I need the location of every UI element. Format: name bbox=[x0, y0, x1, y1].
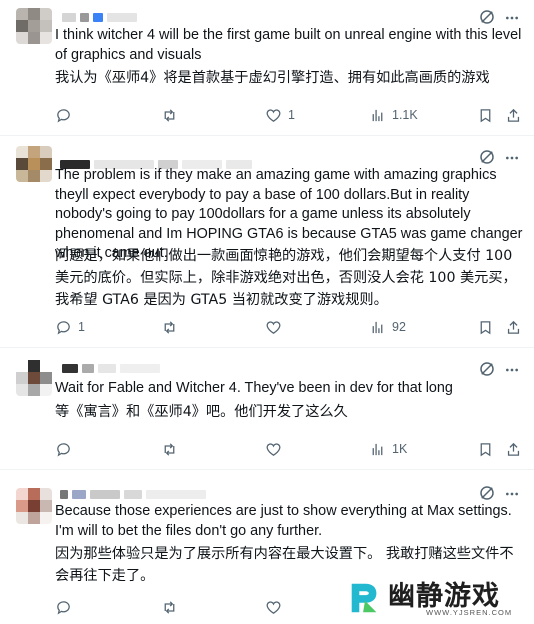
avatar[interactable] bbox=[16, 8, 52, 44]
tweet-text: Wait for Fable and Witcher 4. They've be… bbox=[55, 380, 453, 396]
views-icon bbox=[372, 443, 383, 455]
author-name-redacted[interactable] bbox=[60, 488, 206, 500]
repost-icon bbox=[164, 600, 175, 614]
reply-button[interactable] bbox=[55, 597, 78, 617]
tweet-3[interactable]: Wait for Fable and Witcher 4. They've be… bbox=[0, 348, 534, 470]
heart-icon bbox=[266, 320, 281, 334]
tweet-2[interactable]: The problem is if they make an amazing g… bbox=[0, 136, 534, 348]
avatar[interactable] bbox=[16, 146, 52, 182]
bookmark-button[interactable] bbox=[477, 317, 494, 337]
avatar[interactable] bbox=[16, 360, 52, 396]
heart-icon bbox=[266, 600, 281, 614]
repost-icon bbox=[164, 442, 175, 456]
grok-icon[interactable] bbox=[478, 360, 496, 378]
bookmark-icon bbox=[480, 442, 491, 456]
repost-button[interactable] bbox=[161, 597, 184, 617]
like-button[interactable] bbox=[265, 317, 288, 337]
share-button[interactable] bbox=[505, 105, 522, 125]
reply-icon bbox=[57, 442, 70, 457]
repost-button[interactable] bbox=[161, 439, 184, 459]
views-button[interactable]: 92 bbox=[369, 317, 406, 337]
bookmark-icon bbox=[480, 320, 491, 334]
tweet-actions: 1K bbox=[55, 439, 525, 459]
tweet-text: I think witcher 4 will be the first game… bbox=[55, 27, 522, 63]
like-count: 1 bbox=[288, 108, 295, 122]
bookmark-icon bbox=[480, 108, 491, 122]
grok-icon[interactable] bbox=[478, 8, 496, 26]
share-icon bbox=[507, 108, 520, 122]
view-count: 92 bbox=[392, 320, 406, 334]
grok-icon[interactable] bbox=[478, 148, 496, 166]
author-name-redacted[interactable] bbox=[62, 362, 160, 374]
repost-button[interactable] bbox=[161, 105, 184, 125]
tweet-translation: 我认为《巫师4》将是首款基于虚幻引擎打造、拥有如此高画质的游戏 bbox=[55, 70, 490, 86]
tweet-translation: 等《寓言》和《巫师4》吧。他们开发了这么久 bbox=[55, 404, 348, 420]
reply-icon bbox=[57, 320, 70, 335]
views-icon bbox=[372, 109, 383, 121]
share-button[interactable] bbox=[505, 439, 522, 459]
bookmark-button[interactable] bbox=[477, 105, 494, 125]
tweet-1[interactable]: I think witcher 4 will be the first game… bbox=[0, 0, 534, 136]
repost-icon bbox=[164, 320, 175, 334]
share-icon bbox=[507, 442, 520, 456]
reply-icon bbox=[57, 108, 70, 123]
like-button[interactable]: 1 bbox=[265, 105, 295, 125]
avatar[interactable] bbox=[16, 488, 52, 524]
view-count: 1.1K bbox=[392, 108, 418, 122]
repost-icon bbox=[164, 108, 175, 122]
share-button[interactable] bbox=[505, 317, 522, 337]
heart-icon bbox=[266, 108, 281, 122]
like-button[interactable] bbox=[265, 439, 288, 459]
bookmark-button[interactable] bbox=[477, 439, 494, 459]
tweet-actions: 1 1.1K bbox=[55, 105, 525, 125]
views-button[interactable]: 1K bbox=[369, 439, 407, 459]
views-button[interactable]: 1.1K bbox=[369, 105, 418, 125]
like-button[interactable] bbox=[265, 597, 288, 617]
watermark-logo-icon bbox=[351, 583, 377, 613]
reply-button[interactable] bbox=[55, 105, 78, 125]
reply-count: 1 bbox=[78, 320, 85, 334]
reply-button[interactable] bbox=[55, 439, 78, 459]
site-watermark: 幽静游戏 WWW.YJSREN.COM bbox=[340, 571, 534, 624]
tweet-translation: 问题是，如果他们做出一款画面惊艳的游戏，他们会期望每个人支付 100 美元的底价… bbox=[55, 248, 517, 308]
more-icon[interactable] bbox=[504, 362, 520, 378]
reply-button[interactable]: 1 bbox=[55, 317, 85, 337]
reply-icon bbox=[57, 600, 70, 615]
share-icon bbox=[507, 320, 520, 334]
more-icon[interactable] bbox=[504, 486, 520, 502]
heart-icon bbox=[266, 442, 281, 456]
more-icon[interactable] bbox=[504, 150, 520, 166]
watermark-url: WWW.YJSREN.COM bbox=[426, 608, 513, 617]
tweet-text: Because those experiences are just to sh… bbox=[55, 503, 512, 539]
more-icon[interactable] bbox=[504, 10, 520, 26]
repost-button[interactable] bbox=[161, 317, 184, 337]
view-count: 1K bbox=[392, 442, 408, 456]
grok-icon[interactable] bbox=[478, 484, 496, 502]
views-icon bbox=[372, 321, 383, 333]
tweet-actions: 1 92 bbox=[55, 317, 525, 337]
author-name-redacted[interactable] bbox=[62, 11, 137, 23]
